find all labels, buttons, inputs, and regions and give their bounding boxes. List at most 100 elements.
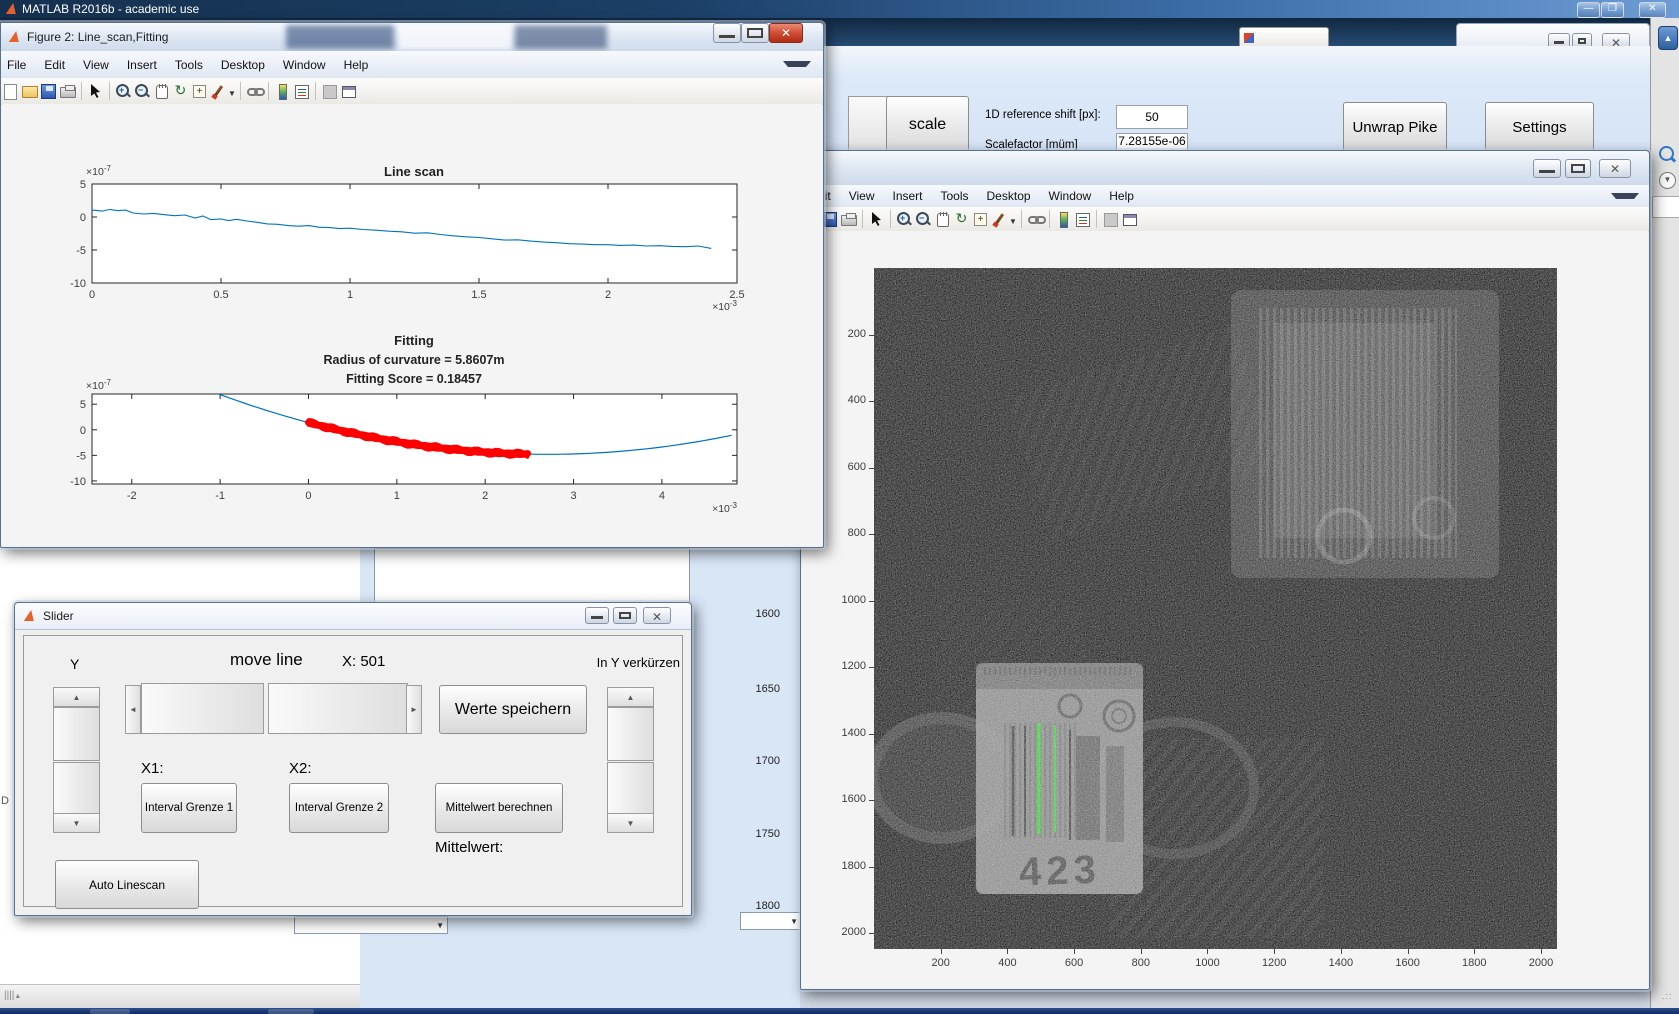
move-line-slider-left[interactable]: ◄ [125,685,141,734]
rotate-icon[interactable]: ↻ [172,83,189,100]
rotate-icon[interactable]: ↻ [953,211,970,228]
pan-icon[interactable] [934,211,951,228]
panel-button-fragment[interactable] [848,96,888,152]
menu-tools[interactable]: Tools [166,58,212,72]
new-figure-icon[interactable] [2,83,19,100]
image-y-tick-label: 200 [847,327,866,340]
settings-button[interactable]: Settings [1485,102,1594,152]
y-slider-track-lower[interactable] [53,762,100,815]
lineScan-fitting-plots[interactable]: 0 0.5 1 1.5 2 2.550-5-10Line scan×10-7×10-3-2… [2,104,822,546]
search-icon[interactable] [1659,146,1674,161]
menu-overflow-icon[interactable] [1611,193,1639,199]
menu-window[interactable]: Window [1040,189,1101,203]
imgfig-close-button[interactable]: ✕ [1599,159,1631,178]
drag-grip-icon[interactable]: ||||▲ [4,990,21,1001]
brush-icon[interactable] [991,211,1008,228]
print-icon[interactable] [59,83,76,100]
interval-grenze1-button[interactable]: Interval Grenze 1 [141,783,237,833]
main-restore-button[interactable]: ❐ [1601,2,1624,18]
slider-close-button[interactable]: ✕ [643,607,671,624]
slider-maximize-button[interactable] [613,607,637,624]
open-icon[interactable] [21,83,38,100]
taskbar-item[interactable] [268,1009,314,1014]
zoom-in-icon[interactable]: + [115,83,132,100]
windows-taskbar[interactable] [0,1008,1679,1014]
menu-help[interactable]: Help [335,58,378,72]
background-dropdown-a[interactable]: ▼ [740,912,802,930]
colorbar-icon[interactable] [1055,211,1072,228]
hide-plot-tools-icon[interactable] [1102,211,1119,228]
image-x-tick-mark [1207,949,1209,954]
hide-plot-tools-icon[interactable] [321,83,338,100]
brush-dropdown-icon[interactable]: ▼ [228,89,236,98]
move-line-slider-thumb-2[interactable] [268,683,408,734]
menu-desktop[interactable]: Desktop [212,58,274,72]
menu-overflow-icon[interactable] [783,61,811,67]
main-close-button[interactable]: ✕ [1639,2,1666,18]
menu-insert[interactable]: Insert [883,189,931,203]
main-minimize-button[interactable]: — [1577,2,1600,18]
shorten-slider-track-upper[interactable] [607,707,654,761]
menu-tools[interactable]: Tools [932,189,978,203]
y-slider-down[interactable]: ▼ [53,813,100,833]
dropdown-circle-icon[interactable]: ▼ [1659,172,1676,189]
plot-tools-icon[interactable] [340,83,357,100]
menu-view[interactable]: View [840,189,884,203]
plot-tools-icon[interactable] [1121,211,1138,228]
side-panel-box [1652,196,1679,218]
collapse-panel-button[interactable]: ▲ [1658,26,1678,50]
interval-grenze2-button[interactable]: Interval Grenze 2 [289,783,389,833]
fig2-minimize-button[interactable] [713,23,741,43]
brush-icon[interactable] [210,83,227,100]
legend-icon[interactable] [1074,211,1091,228]
shorten-slider-down[interactable]: ▼ [607,813,654,833]
unwrap-pike-button[interactable]: Unwrap Pike [1343,102,1447,152]
menu-insert[interactable]: Insert [118,58,166,72]
print-icon[interactable] [840,211,857,228]
brush-dropdown-icon[interactable]: ▼ [1009,217,1017,226]
image-x-tick-label: 600 [1064,957,1084,969]
image-figure-titlebar[interactable] [801,151,1649,186]
move-line-slider-thumb-1[interactable] [141,683,264,734]
scale-button[interactable]: scale [886,96,969,154]
shorten-slider-up[interactable]: ▲ [607,687,654,707]
mittelwert-berechnen-button[interactable]: Mittelwert berechnen [435,783,563,833]
move-line-slider-right[interactable]: ► [406,685,422,734]
link-plot-icon[interactable] [1027,211,1046,228]
pan-icon[interactable] [153,83,170,100]
slider-minimize-button[interactable] [585,607,609,624]
shorten-slider-track-lower[interactable] [607,762,654,815]
ref-shift-input[interactable]: 50 [1116,105,1188,129]
taskbar-item[interactable] [90,1009,130,1014]
menu-help[interactable]: Help [1100,189,1143,203]
menu-view[interactable]: View [74,58,118,72]
legend-icon[interactable] [293,83,310,100]
data-cursor-icon[interactable]: + [191,83,208,100]
save-icon[interactable] [40,83,57,100]
data-cursor-icon[interactable]: + [972,211,989,228]
link-plot-icon[interactable] [246,83,265,100]
zoom-in-icon[interactable]: + [896,211,913,228]
save-values-button[interactable]: Werte speichern [439,685,587,734]
menu-file[interactable]: File [1,58,35,72]
cursor-icon[interactable] [87,83,104,100]
resize-grip[interactable]: .:: [1662,991,1673,1001]
imgfig-maximize-button[interactable] [1565,159,1591,178]
imgfig-minimize-button[interactable] [1533,159,1561,178]
cursor-icon[interactable] [868,211,885,228]
fig2-maximize-button[interactable] [741,23,769,43]
background-dropdown-b[interactable]: ▼ [294,916,448,934]
menu-desktop[interactable]: Desktop [978,189,1040,203]
fig2-close-button[interactable]: ✕ [769,23,803,43]
menu-window[interactable]: Window [274,58,335,72]
bg-axis-label: 1700 [755,755,780,767]
y-slider-up[interactable]: ▲ [53,687,100,707]
auto-linescan-button[interactable]: Auto Linescan [55,860,199,909]
zoom-out-icon[interactable]: − [134,83,151,100]
colorbar-icon[interactable] [274,83,291,100]
y-slider-track-upper[interactable] [53,707,100,761]
figure2-titlebar[interactable]: Figure 2: Line_scan,Fitting [1,23,823,52]
menu-edit[interactable]: Edit [35,58,74,72]
zoom-out-icon[interactable]: − [915,211,932,228]
measurement-image[interactable]: 423 [874,268,1557,949]
